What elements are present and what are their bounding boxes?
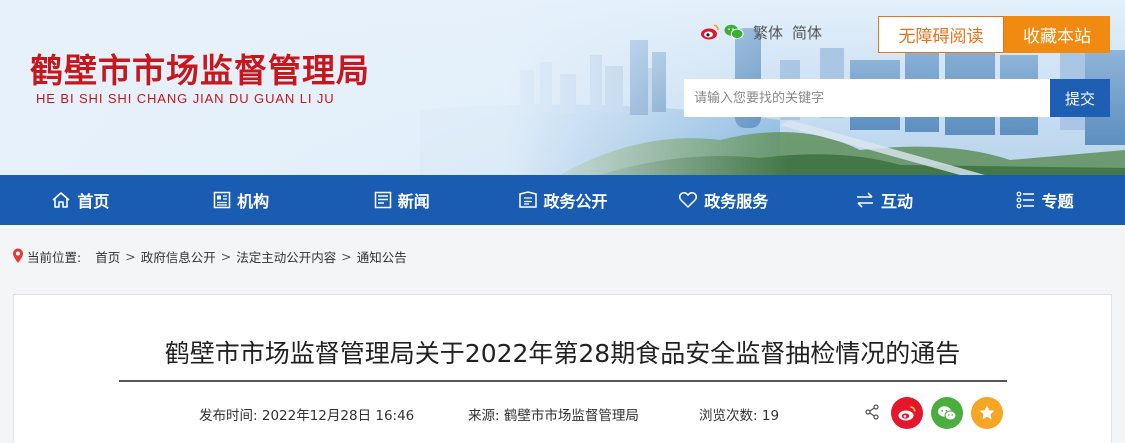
- exchange-icon: [856, 192, 873, 208]
- nav-item-interaction[interactable]: 互动: [804, 175, 965, 225]
- breadcrumb-separator: >: [341, 248, 352, 264]
- breadcrumb-separator: >: [220, 248, 232, 264]
- share-wechat-button[interactable]: [931, 397, 963, 429]
- share-favorite-button[interactable]: [971, 397, 1003, 429]
- nav-item-open-gov[interactable]: 政务公开: [482, 175, 643, 225]
- nav-label: 新闻: [397, 192, 430, 211]
- add-favorite-button[interactable]: 收藏本站: [1004, 16, 1110, 53]
- location-pin-icon: [13, 248, 23, 263]
- nav-item-news[interactable]: 新闻: [321, 175, 482, 225]
- article-title: 鹤壁市市场监督管理局关于2022年第28期食品安全监督抽检情况的通告: [164, 339, 961, 368]
- nav-label: 互动: [880, 192, 913, 211]
- nav-label: 政务公开: [543, 192, 608, 211]
- nav-label: 专题: [1041, 192, 1074, 211]
- site-title: 鹤壁市市场监督管理局: [30, 51, 370, 90]
- nav-label: 首页: [77, 192, 110, 211]
- social-links: [700, 20, 744, 44]
- breadcrumb-link-statutory[interactable]: 法定主动公开内容: [236, 247, 336, 266]
- nav-label: 政务服务: [704, 192, 769, 211]
- topic-icon: [1016, 191, 1034, 209]
- share-icon: [865, 404, 879, 420]
- accessibility-button[interactable]: 无障碍阅读: [878, 16, 1004, 53]
- wechat-icon: [938, 405, 957, 420]
- publish-time-label: 发布时间:: [199, 408, 258, 424]
- nav-item-topic[interactable]: 专题: [964, 175, 1125, 225]
- publish-time-value: 2022年12月28日 16:46: [261, 408, 415, 424]
- source-value: 鹤壁市市场监督管理局: [503, 408, 639, 424]
- home-icon: [52, 192, 70, 208]
- breadcrumb-separator: >: [125, 248, 136, 264]
- views-meta: 浏览次数: 19: [699, 404, 779, 424]
- nav-item-gov-service[interactable]: 政务服务: [643, 175, 804, 225]
- breadcrumb-link-gov-info[interactable]: 政府信息公开: [141, 247, 216, 266]
- weibo-icon[interactable]: [700, 22, 720, 42]
- news-icon: [374, 191, 392, 209]
- site-pinyin: HE BI SHI SHI CHANG JIAN DU GUAN LI JU: [36, 91, 335, 106]
- breadcrumb: 当前位置: 首页 > 政府信息公开 > 法定主动公开内容 > 通知公告: [12, 246, 407, 266]
- heart-icon: [679, 192, 698, 209]
- nav-item-org[interactable]: 机构: [161, 175, 322, 225]
- breadcrumb-link-notice[interactable]: 通知公告: [357, 247, 407, 266]
- search-submit-button[interactable]: 提交: [1050, 79, 1110, 117]
- nav-label: 机构: [237, 192, 270, 211]
- nav-item-home[interactable]: 首页: [0, 175, 161, 225]
- source-meta: 来源: 鹤壁市市场监督管理局: [468, 404, 639, 424]
- lang-traditional-link[interactable]: 繁体: [753, 24, 783, 42]
- org-icon: [213, 191, 231, 209]
- share-weibo-button[interactable]: [891, 397, 923, 429]
- source-label: 来源:: [468, 408, 500, 424]
- search-input[interactable]: [684, 79, 1050, 117]
- weibo-icon: [898, 405, 916, 420]
- wechat-icon[interactable]: [724, 22, 744, 42]
- favorite-star-icon: [979, 405, 995, 420]
- header-banner: 鹤壁市市场监督管理局 HE BI SHI SHI CHANG JIAN DU G…: [0, 0, 1125, 175]
- breadcrumb-link-home[interactable]: 首页: [95, 247, 120, 266]
- language-switch: 繁体 简体: [753, 22, 831, 43]
- breadcrumb-label: 当前位置:: [27, 249, 82, 265]
- open-gov-icon: [518, 191, 537, 208]
- title-divider: [119, 380, 1007, 382]
- lang-simplified-link[interactable]: 简体: [792, 24, 822, 42]
- publish-time-meta: 发布时间: 2022年12月28日 16:46: [199, 404, 414, 424]
- main-nav: 首页 机构 新闻 政务公开 政务服务 互动 专题: [0, 175, 1125, 225]
- views-value: 19: [761, 408, 780, 424]
- views-label: 浏览次数:: [699, 408, 758, 424]
